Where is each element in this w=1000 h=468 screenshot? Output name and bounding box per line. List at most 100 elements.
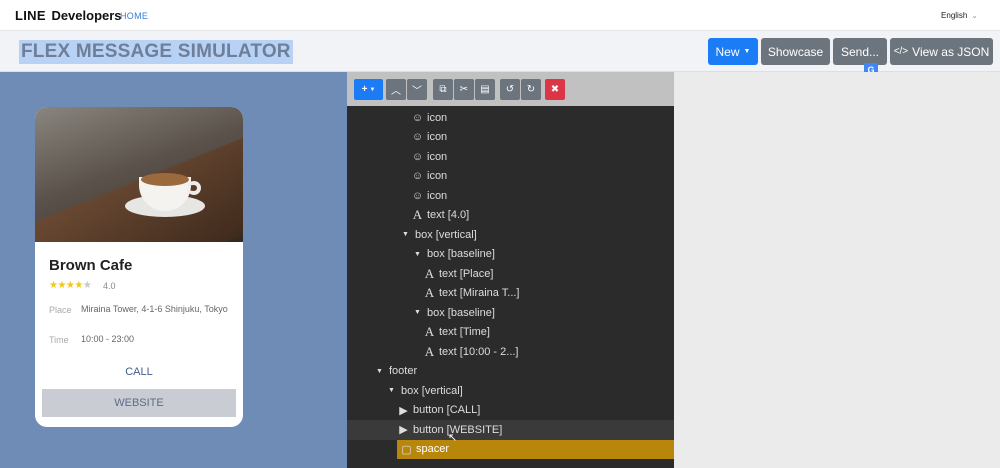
cut-button[interactable]: ✂ — [454, 79, 474, 100]
send-button[interactable]: Send... — [833, 38, 887, 65]
tree-node-label: text [Place] — [439, 267, 494, 280]
top-nav: LINE Developers HOME English ⌄ — [0, 0, 1000, 31]
tree-node-label: icon — [427, 170, 448, 183]
chevron-down-icon: ⌄ — [971, 11, 978, 20]
page-title: FLEX MESSAGE SIMULATOR — [19, 40, 293, 64]
tree-node-label: text [Miraina T...] — [439, 287, 520, 300]
scissors-icon: ✂ — [459, 84, 469, 95]
tree-node[interactable]: Atext [10:00 - 2...] — [347, 342, 674, 362]
text-icon: A — [412, 207, 423, 223]
add-component-button[interactable]: + ▼ — [354, 79, 383, 100]
card-title: Brown Cafe — [49, 257, 133, 274]
brand-line: LINE — [15, 8, 46, 23]
tree-node-label: text [4.0] — [427, 209, 470, 222]
tree-node[interactable]: ▼ footer — [347, 362, 674, 382]
tree-node[interactable]: ▶ button [CALL] — [347, 401, 674, 421]
tree-node[interactable]: ☺ icon — [347, 167, 674, 187]
play-box-icon: ▶ — [399, 404, 408, 417]
tree-node-label: icon — [427, 189, 448, 202]
paste-button[interactable]: ▤ — [475, 79, 495, 100]
tree-node[interactable]: ☺ icon — [347, 108, 674, 128]
tree-node-label: footer — [389, 365, 418, 378]
redo-button[interactable]: ↻ — [521, 79, 541, 100]
tree-node[interactable]: ☺ icon — [347, 186, 674, 206]
view-json-label: View as JSON — [912, 44, 990, 59]
move-up-button[interactable]: ︿ — [386, 79, 406, 100]
view-json-button[interactable]: </> View as JSON — [890, 38, 993, 65]
website-button[interactable]: WEBSITE — [42, 389, 236, 417]
plus-icon: + — [361, 84, 368, 95]
caret-down-icon[interactable]: ▼ — [399, 231, 412, 238]
paste-icon: ▤ — [480, 84, 490, 95]
chevron-up-icon: ︿ — [391, 86, 401, 97]
bubble-preview: Brown Cafe ★★★★★ 4.0 Place Miraina Tower… — [0, 72, 347, 468]
smiley-icon: ☺ — [411, 150, 424, 163]
time-label: Time — [49, 335, 69, 345]
place-value: Miraina Tower, 4-1-6 Shinjuku, Tokyo — [81, 304, 228, 314]
copy-icon: ⧉ — [439, 84, 447, 95]
language-label: English — [941, 11, 968, 20]
move-down-button[interactable]: ﹀ — [407, 79, 427, 100]
call-button[interactable]: CALL — [35, 366, 243, 378]
undo-icon: ↺ — [505, 84, 515, 95]
smiley-icon: ☺ — [411, 189, 424, 202]
tree-node-label: button [WEBSITE] — [413, 423, 503, 436]
brand-logo[interactable]: LINE Developers — [15, 8, 122, 23]
undo-button[interactable]: ↺ — [500, 79, 520, 100]
caret-down-icon[interactable]: ▼ — [411, 251, 424, 258]
language-select[interactable]: English ⌄ — [941, 11, 978, 20]
tree-node[interactable]: ▼ box [vertical] — [347, 225, 674, 245]
tree-node[interactable]: ☺ icon — [347, 128, 674, 148]
mouse-cursor-icon: ↖ — [448, 432, 458, 444]
smiley-icon: ☺ — [411, 111, 424, 124]
chevron-down-icon: ﹀ — [412, 86, 422, 97]
caret-down-icon[interactable]: ▼ — [385, 387, 398, 394]
nav-home-link[interactable]: HOME — [120, 11, 148, 21]
smiley-icon: ☺ — [411, 170, 424, 183]
tree-node-label: box [baseline] — [427, 306, 495, 319]
tree-node[interactable]: ▢ spacer — [397, 439, 674, 459]
tree-node[interactable]: Atext [Miraina T...] — [347, 284, 674, 304]
caret-down-icon: ▼ — [743, 48, 751, 55]
component-tree: ☺ icon ☺ icon ☺ icon ☺ icon ☺ icon Atext [4.0] ▼ box… — [347, 108, 674, 459]
text-icon: A — [424, 265, 435, 281]
hero-image — [35, 107, 243, 242]
time-value: 10:00 - 23:00 — [81, 334, 135, 344]
caret-down-icon[interactable]: ▼ — [373, 368, 386, 375]
flex-bubble-card: Brown Cafe ★★★★★ 4.0 Place Miraina Tower… — [35, 107, 243, 427]
tree-node-label: text [Time] — [439, 326, 490, 339]
tree-node-label: box [baseline] — [427, 248, 495, 261]
tree-node[interactable]: Atext [4.0] — [347, 206, 674, 226]
tree-node-label: icon — [427, 131, 448, 144]
tree-node-label: button [CALL] — [413, 404, 481, 417]
star-empty-icon: ★ — [82, 280, 92, 291]
tree-toolbar: + ▼ ︿ ﹀ ⧉ ✂ ▤ ↺ ↻ ✖ — [347, 72, 674, 106]
smiley-icon: ☺ — [411, 131, 424, 144]
tree-node-label: icon — [427, 111, 448, 124]
showcase-button[interactable]: Showcase — [761, 38, 830, 65]
delete-button[interactable]: ✖ — [545, 79, 565, 100]
tree-node-label: spacer — [416, 443, 450, 456]
rating-value: 4.0 — [103, 281, 116, 291]
text-icon: A — [424, 324, 435, 340]
text-icon: A — [424, 285, 435, 301]
new-button[interactable]: New ▼ — [708, 38, 758, 65]
star-filled-icon: ★★★★ — [49, 280, 83, 291]
caret-down-icon[interactable]: ▼ — [411, 309, 424, 316]
copy-button[interactable]: ⧉ — [433, 79, 453, 100]
code-icon: </> — [893, 46, 909, 57]
tree-node[interactable]: Atext [Place] — [347, 264, 674, 284]
brand-developers: Developers — [51, 8, 122, 23]
tree-node[interactable]: Atext [Time] — [347, 323, 674, 343]
tree-node[interactable]: ☺ icon — [347, 147, 674, 167]
json-editor-pane — [674, 72, 1000, 468]
tree-node[interactable]: ▶ button [WEBSITE] — [347, 420, 674, 440]
tree-node[interactable]: ▼ box [baseline] — [347, 245, 674, 265]
close-icon: ✖ — [550, 84, 560, 95]
tree-node-label: box [vertical] — [415, 228, 477, 241]
simulator-header: FLEX MESSAGE SIMULATOR New ▼ Showcase Sen… — [0, 31, 1000, 72]
play-box-icon: ▶ — [399, 424, 408, 437]
tree-node[interactable]: ▼ box [baseline] — [347, 303, 674, 323]
tree-node[interactable]: ▼ box [vertical] — [347, 381, 674, 401]
caret-down-icon: ▼ — [369, 86, 376, 93]
